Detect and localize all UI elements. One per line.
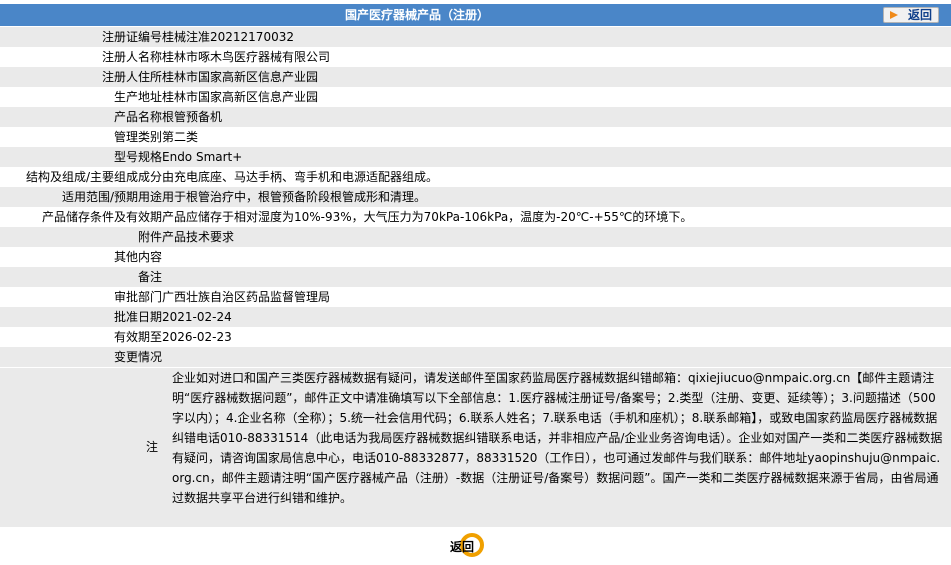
field-label: 批准日期 bbox=[0, 307, 162, 327]
field-value: 桂林市啄木鸟医疗器械有限公司 bbox=[162, 47, 951, 67]
orange-arrow-icon bbox=[890, 11, 898, 19]
field-label: 审批部门 bbox=[0, 287, 162, 307]
page-title: 国产医疗器械产品（注册） bbox=[344, 8, 489, 22]
table-row: 产品名称 根管预备机 bbox=[0, 107, 951, 127]
field-value: 由充电底座、马达手柄、弯手机和电源适配器组成。 bbox=[162, 167, 951, 187]
field-label: 型号规格 bbox=[0, 147, 162, 167]
field-value bbox=[162, 267, 951, 287]
field-label: 注册人住所 bbox=[0, 67, 162, 87]
note-label: 注 bbox=[145, 440, 158, 454]
note-text: 企业如对进口和国产三类医疗器械数据有疑问，请发送邮件至国家药监局医疗器械数据纠错… bbox=[172, 371, 943, 505]
field-value: 产品应储存于相对湿度为10%-93%，大气压力为70kPa-106kPa，温度为… bbox=[162, 207, 951, 227]
field-label: 变更情况 bbox=[0, 347, 162, 367]
table-row: 生产地址 桂林市国家高新区信息产业园 bbox=[0, 87, 951, 107]
field-label: 生产地址 bbox=[0, 87, 162, 107]
table-row: 结构及组成/主要组成成分 由充电底座、马达手柄、弯手机和电源适配器组成。 bbox=[0, 167, 951, 187]
table-row: 备注 bbox=[0, 267, 951, 287]
table-row: 产品储存条件及有效期 产品应储存于相对湿度为10%-93%，大气压力为70kPa-… bbox=[0, 207, 951, 227]
table-row: 审批部门 广西壮族自治区药品监督管理局 bbox=[0, 287, 951, 307]
field-label: 适用范围/预期用途 bbox=[0, 187, 162, 207]
field-value: Endo Smart+ bbox=[162, 147, 951, 167]
back-button-bottom[interactable]: 返回 bbox=[448, 533, 498, 561]
back-button-top-label: 返回 bbox=[908, 8, 933, 22]
table-row: 有效期至 2026-02-23 bbox=[0, 327, 951, 347]
table-row: 附件 产品技术要求 bbox=[0, 227, 951, 247]
table-row: 适用范围/预期用途 用于根管治疗中，根管预备阶段根管成形和清理。 bbox=[0, 187, 951, 207]
field-label: 附件 bbox=[0, 227, 162, 247]
field-label: 注册证编号 bbox=[0, 27, 162, 47]
field-label: 结构及组成/主要组成成分 bbox=[0, 167, 162, 187]
field-value: 2026-02-23 bbox=[162, 327, 951, 347]
field-label: 产品储存条件及有效期 bbox=[0, 207, 162, 227]
note-row: 注 企业如对进口和国产三类医疗器械数据有疑问，请发送邮件至国家药监局医疗器械数据… bbox=[0, 368, 951, 527]
table-row: 型号规格 Endo Smart+ bbox=[0, 147, 951, 167]
back-button-bottom-label: 返回 bbox=[450, 540, 475, 554]
field-value: 桂林市国家高新区信息产业园 bbox=[162, 67, 951, 87]
field-label: 备注 bbox=[0, 267, 162, 287]
table-row: 管理类别 第二类 bbox=[0, 127, 951, 147]
title-bar: 国产医疗器械产品（注册） 返回 bbox=[0, 4, 951, 26]
field-label: 产品名称 bbox=[0, 107, 162, 127]
field-value: 桂械注准20212170032 bbox=[162, 27, 951, 47]
field-value: 桂林市国家高新区信息产业园 bbox=[162, 87, 951, 107]
field-label: 注册人名称 bbox=[0, 47, 162, 67]
table-row: 注册人名称 桂林市啄木鸟医疗器械有限公司 bbox=[0, 47, 951, 67]
field-value bbox=[162, 247, 951, 267]
field-value: 根管预备机 bbox=[162, 107, 951, 127]
table-row: 其他内容 bbox=[0, 247, 951, 267]
detail-table: 注册证编号 桂械注准20212170032 注册人名称 桂林市啄木鸟医疗器械有限公司注… bbox=[0, 27, 951, 367]
field-label: 管理类别 bbox=[0, 127, 162, 147]
table-row: 批准日期 2021-02-24 bbox=[0, 307, 951, 327]
field-label: 其他内容 bbox=[0, 247, 162, 267]
back-button-top[interactable]: 返回 bbox=[883, 7, 939, 23]
page: 国产医疗器械产品（注册） 返回 注册证编号 桂械注准20212170032 注册人名… bbox=[0, 0, 951, 565]
field-value: 产品技术要求 bbox=[162, 227, 951, 247]
field-value: 广西壮族自治区药品监督管理局 bbox=[162, 287, 951, 307]
field-value: 用于根管治疗中，根管预备阶段根管成形和清理。 bbox=[162, 187, 951, 207]
table-row: 变更情况 bbox=[0, 347, 951, 367]
field-value: 第二类 bbox=[162, 127, 951, 147]
table-row: 注册人住所 桂林市国家高新区信息产业园 bbox=[0, 67, 951, 87]
field-value: 2021-02-24 bbox=[162, 307, 951, 327]
table-row: 注册证编号 桂械注准20212170032 bbox=[0, 27, 951, 47]
field-label: 有效期至 bbox=[0, 327, 162, 347]
field-value bbox=[162, 347, 951, 367]
